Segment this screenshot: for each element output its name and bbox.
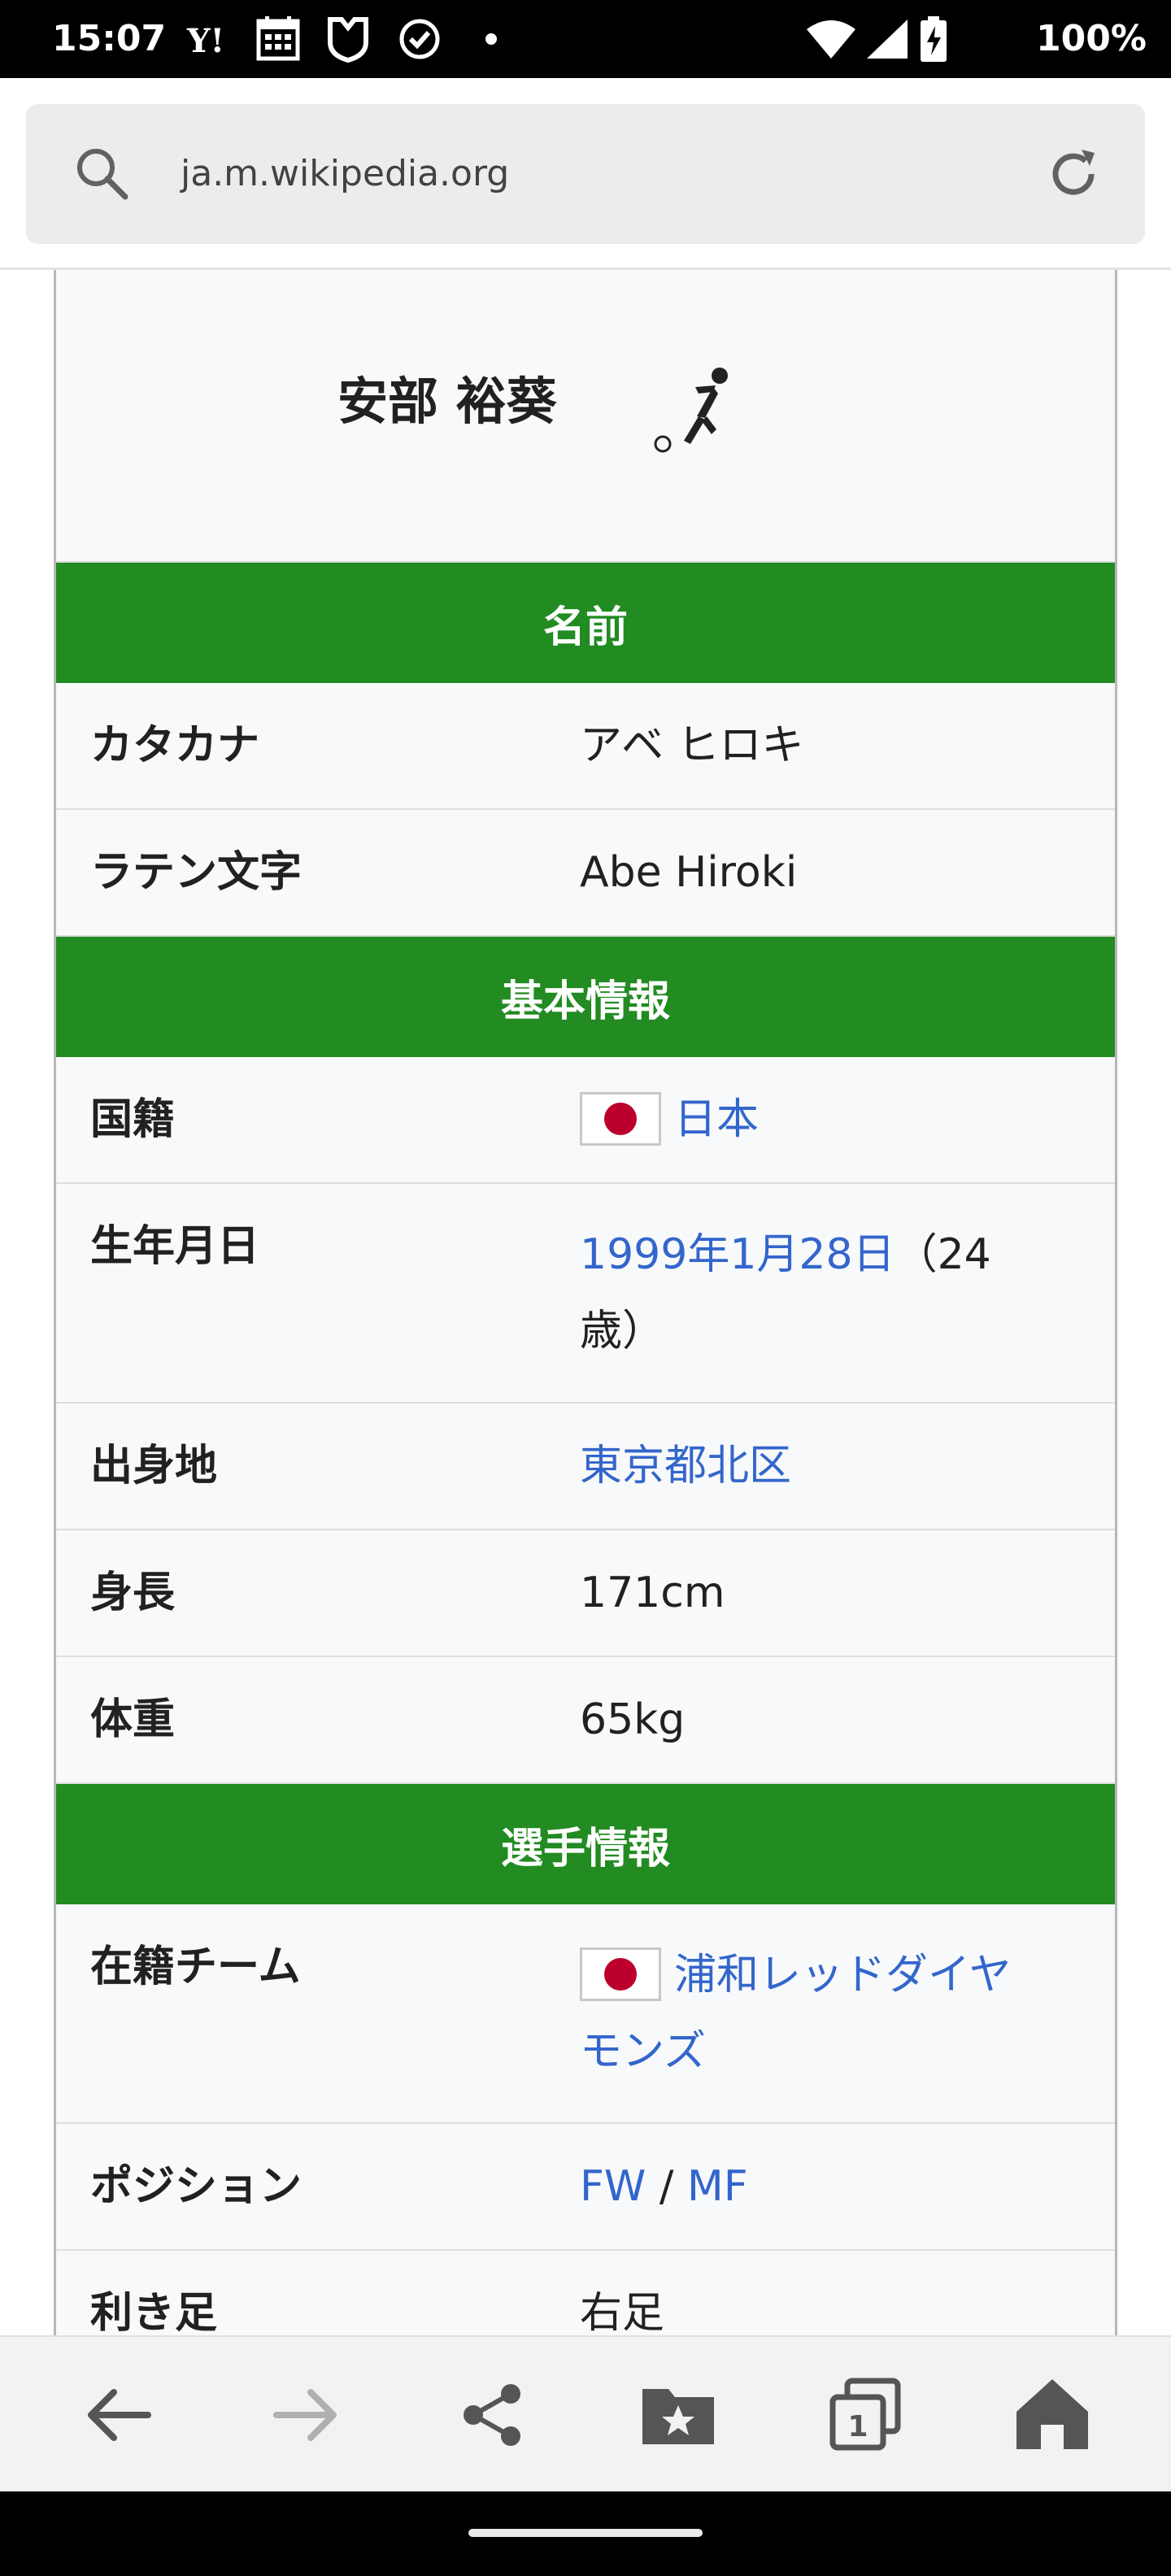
label-foot: 利き足 — [90, 2289, 218, 2335]
battery-charging-icon — [919, 15, 948, 67]
label-latin: ラテン文字 — [90, 848, 303, 897]
value-latin: Abe Hiroki — [580, 848, 798, 897]
address-bar[interactable]: ja.m.wikipedia.org — [26, 104, 1145, 244]
position-separator: / — [646, 2162, 687, 2211]
check-circle-icon — [397, 15, 442, 67]
home-gesture-pill[interactable] — [468, 2529, 703, 2537]
player-name: 安部 裕葵 — [337, 372, 557, 431]
yahoo-icon: Y! — [185, 15, 237, 67]
section-header-player: 選手情報 — [56, 1784, 1115, 1904]
nationality-link[interactable]: 日本 — [674, 1095, 759, 1144]
birthdate-link[interactable]: 1999年1月28日 — [580, 1230, 895, 1279]
status-time: 15:07 — [52, 18, 167, 59]
label-team: 在籍チーム — [90, 1943, 301, 1991]
browser-toolbar: ja.m.wikipedia.org — [0, 78, 1171, 270]
position-mf-link[interactable]: MF — [687, 2162, 748, 2211]
japan-flag-icon — [580, 1947, 661, 2001]
row-team: 在籍チーム 浦和レッドダイヤモンズ — [56, 1904, 1115, 2124]
birthplace-link[interactable]: 東京都北区 — [580, 1442, 791, 1490]
japan-flag-icon — [580, 1092, 661, 1146]
forward-arrow-icon[interactable] — [265, 2374, 346, 2456]
svg-text:1: 1 — [847, 2410, 868, 2443]
search-icon — [73, 145, 132, 207]
dot-icon — [485, 33, 498, 49]
value-katakana: アベ ヒロキ — [580, 721, 804, 770]
bookmark-folder-icon[interactable] — [638, 2374, 719, 2456]
row-birthplace: 出身地 東京都北区 — [56, 1403, 1115, 1530]
row-position: ポジション FW / MF — [56, 2124, 1115, 2251]
position-fw-link[interactable]: FW — [580, 2162, 646, 2211]
calendar-icon — [254, 15, 303, 67]
tabs-icon[interactable]: 1 — [825, 2374, 906, 2456]
row-nationality: 国籍 日本 — [56, 1057, 1115, 1184]
infobox-title: 安部 裕葵 — [56, 270, 1115, 563]
value-foot: 右足 — [580, 2289, 665, 2335]
section-header-name: 名前 — [56, 563, 1115, 683]
value-birthplace: 東京都北区 — [580, 1403, 1115, 1529]
bottom-toolbar: 1 — [0, 2335, 1171, 2491]
label-height: 身長 — [90, 1569, 176, 1617]
home-icon[interactable] — [1012, 2374, 1093, 2456]
football-player-icon — [638, 359, 744, 468]
value-weight: 65kg — [580, 1695, 686, 1744]
label-weight: 体重 — [90, 1695, 176, 1744]
row-birth: 生年月日 1999年1月28日（24歳） — [56, 1184, 1115, 1403]
status-bar: 15:07 Y! 100% — [0, 0, 1171, 78]
row-katakana: カタカナ アベ ヒロキ — [56, 683, 1115, 810]
system-status: 100% — [805, 15, 1147, 63]
row-height: 身長 171cm — [56, 1530, 1115, 1657]
shield-icon — [325, 15, 371, 67]
page-content: 安部 裕葵 名前 カタカナ アベ ヒロキ ラテン文字 Abe Hiroki 基本… — [0, 270, 1171, 2335]
label-katakana: カタカナ — [90, 721, 260, 770]
back-arrow-icon[interactable] — [78, 2374, 159, 2456]
value-nationality: 日本 — [580, 1057, 1115, 1182]
section-header-basic: 基本情報 — [56, 937, 1115, 1057]
svg-text:Y!: Y! — [186, 22, 224, 60]
url-text[interactable]: ja.m.wikipedia.org — [181, 148, 509, 200]
label-position: ポジション — [90, 2162, 303, 2211]
reload-icon[interactable] — [1041, 141, 1106, 210]
row-foot: 利き足 右足 — [56, 2251, 1115, 2335]
infobox: 安部 裕葵 名前 カタカナ アベ ヒロキ ラテン文字 Abe Hiroki 基本… — [54, 270, 1117, 2335]
value-position: FW / MF — [580, 2124, 1115, 2249]
row-weight: 体重 65kg — [56, 1657, 1115, 1784]
label-birth: 生年月日 — [90, 1222, 260, 1271]
battery-percent: 100% — [1036, 18, 1147, 59]
label-nationality: 国籍 — [90, 1095, 176, 1144]
row-latin: ラテン文字 Abe Hiroki — [56, 810, 1115, 937]
value-birth: 1999年1月28日（24歳） — [580, 1184, 1115, 1402]
signal-icon — [865, 18, 909, 63]
share-icon[interactable] — [452, 2374, 533, 2456]
system-nav-bar — [0, 2491, 1171, 2576]
wifi-icon — [805, 18, 857, 63]
value-team: 浦和レッドダイヤモンズ — [580, 1904, 1115, 2122]
label-birthplace: 出身地 — [90, 1442, 218, 1490]
value-height: 171cm — [580, 1569, 725, 1617]
